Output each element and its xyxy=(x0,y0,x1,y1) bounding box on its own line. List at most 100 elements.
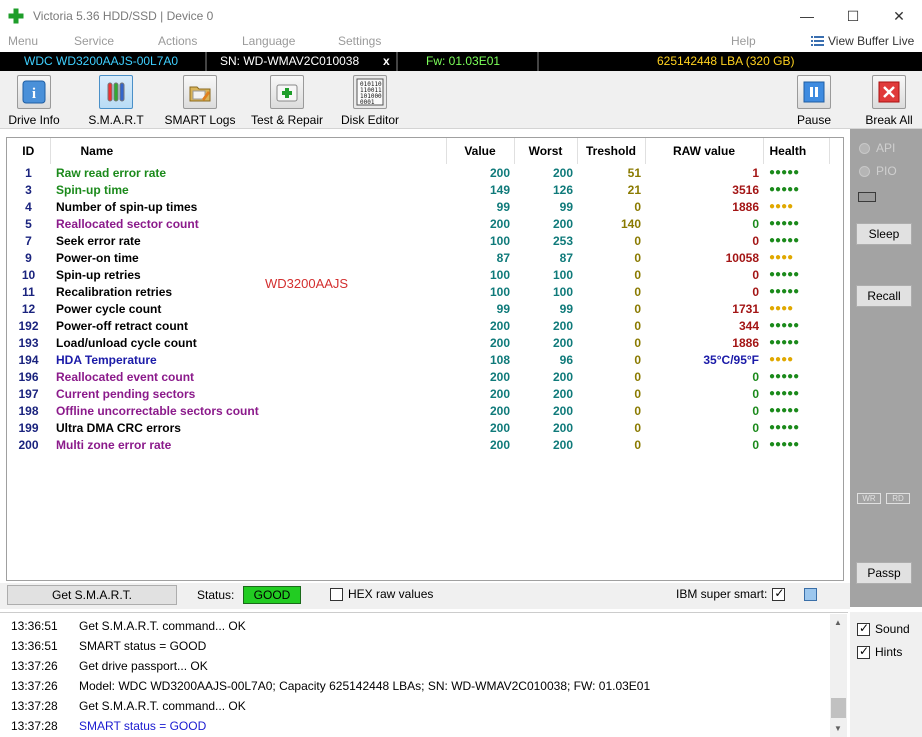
table-row[interactable]: 9 Power-on time 87 87 0 10058 ●●●● xyxy=(7,249,829,266)
table-row[interactable]: 194 HDA Temperature 108 96 0 35°C/95°F ●●●● xyxy=(7,351,829,368)
device-serial: SN: WD-WMAV2C010038 xyxy=(220,54,360,68)
attr-health: ●●●●● xyxy=(769,218,800,229)
attr-value: 200 xyxy=(489,318,510,333)
close-window-button[interactable]: ✕ xyxy=(876,0,922,32)
attr-id: 5 xyxy=(25,216,32,231)
col-header-name[interactable]: Name xyxy=(50,138,447,164)
col-header-value[interactable]: Value xyxy=(446,138,515,164)
attr-treshold: 0 xyxy=(634,335,641,350)
table-row[interactable]: 1 Raw read error rate 200 200 51 1 ●●●●● xyxy=(7,164,829,181)
table-row[interactable]: 11 Recalibration retries 100 100 0 0 ●●●●● xyxy=(7,283,829,300)
table-row[interactable]: 200 Multi zone error rate 200 200 0 0 ●●●●● xyxy=(7,436,829,453)
attr-treshold: 51 xyxy=(627,165,641,180)
table-row[interactable]: 196 Reallocated event count 200 200 0 0 ●●●●● xyxy=(7,368,829,385)
api-radio[interactable]: API xyxy=(859,141,895,155)
attr-id: 196 xyxy=(18,369,39,384)
color-indicator-square[interactable] xyxy=(804,588,817,601)
maximize-button[interactable]: ☐ xyxy=(830,0,876,32)
passp-button[interactable]: Passp xyxy=(856,562,912,584)
sound-check[interactable] xyxy=(857,621,870,636)
table-row[interactable]: 12 Power cycle count 99 99 0 1731 ●●●● xyxy=(7,300,829,317)
attr-name: Raw read error rate xyxy=(56,165,167,180)
menu-item-settings[interactable]: Settings xyxy=(338,34,381,48)
table-row[interactable]: 3 Spin-up time 149 126 21 3516 ●●●●● xyxy=(7,181,829,198)
scroll-down-icon[interactable]: ▼ xyxy=(834,724,842,733)
table-row[interactable]: 198 Offline uncorrectable sectors count 20… xyxy=(7,402,829,419)
pause-button[interactable]: Pause xyxy=(789,75,839,127)
view-buffer-live[interactable]: View Buffer Live xyxy=(811,34,914,48)
attr-raw-value: 0 xyxy=(752,233,759,248)
table-row[interactable]: 7 Seek error rate 100 253 0 0 ●●●●● xyxy=(7,232,829,249)
pio-radio[interactable]: PIO xyxy=(859,164,897,178)
menu-item-help[interactable]: Help xyxy=(731,34,756,48)
col-header-health[interactable]: Health xyxy=(763,138,830,164)
menu-item-actions[interactable]: Actions xyxy=(158,34,197,48)
hints-checkbox[interactable]: Hints xyxy=(857,644,902,659)
attr-name: Ultra DMA CRC errors xyxy=(56,420,181,435)
hints-check[interactable] xyxy=(857,644,870,659)
sound-checkbox[interactable]: Sound xyxy=(857,621,910,636)
attr-treshold: 0 xyxy=(634,420,641,435)
table-row[interactable]: 192 Power-off retract count 200 200 0 344 ●●●●… xyxy=(7,317,829,334)
table-row[interactable]: 193 Load/unload cycle count 200 200 0 1886 ●●●… xyxy=(7,334,829,351)
drive-info-button[interactable]: i Drive Info xyxy=(6,75,62,127)
attr-worst: 100 xyxy=(552,267,573,282)
view-buffer-label: View Buffer Live xyxy=(828,34,915,48)
col-header-raw[interactable]: RAW value xyxy=(645,138,764,164)
scroll-up-icon[interactable]: ▲ xyxy=(834,618,842,627)
attr-id: 7 xyxy=(25,233,32,248)
test-repair-button[interactable]: Test & Repair xyxy=(248,75,326,127)
get-smart-button[interactable]: Get S.M.A.R.T. xyxy=(7,585,177,605)
hex-raw-checkbox[interactable]: HEX raw values xyxy=(330,587,433,601)
close-device-button[interactable]: x xyxy=(383,52,390,71)
port-indicator xyxy=(858,192,876,202)
table-row[interactable]: 199 Ultra DMA CRC errors 200 200 0 0 ●●●●● xyxy=(7,419,829,436)
log-message: Model: WDC WD3200AAJS-00L7A0; Capacity 6… xyxy=(79,679,651,693)
log-scrollbar[interactable]: ▲ ▼ xyxy=(830,614,847,737)
event-log: 13:36:51 Get S.M.A.R.T. command... OK 13:3… xyxy=(0,612,848,737)
table-row[interactable]: 197 Current pending sectors 200 200 0 0 ●●●●● xyxy=(7,385,829,402)
hex-raw-check[interactable] xyxy=(330,587,343,601)
first-aid-icon xyxy=(270,75,304,109)
log-entry: 13:36:51 SMART status = GOOD xyxy=(11,639,206,653)
svg-text:i: i xyxy=(32,86,36,102)
smart-logs-button[interactable]: SMART Logs xyxy=(163,75,237,127)
device-capacity: 625142448 LBA (320 GB) xyxy=(657,54,795,68)
attr-raw-value: 0 xyxy=(752,216,759,231)
attr-name: Recalibration retries xyxy=(56,284,173,299)
menu-bar: Menu Service Actions Language Settings H… xyxy=(0,32,922,52)
device-model[interactable]: WDC WD3200AAJS-00L7A0 xyxy=(24,52,178,71)
attr-name: Reallocated event count xyxy=(56,369,195,384)
attr-raw-value: 0 xyxy=(752,403,759,418)
break-all-button[interactable]: Break All xyxy=(862,75,916,127)
attr-raw-value: 1 xyxy=(752,165,759,180)
attr-name: Seek error rate xyxy=(56,233,141,248)
col-header-treshold[interactable]: Treshold xyxy=(577,138,646,164)
sleep-button[interactable]: Sleep xyxy=(856,223,912,245)
ibm-super-smart-checkbox[interactable]: IBM super smart: xyxy=(676,586,786,601)
col-header-worst[interactable]: Worst xyxy=(514,138,578,164)
pio-radio-dot[interactable] xyxy=(859,165,870,177)
table-row[interactable]: 5 Reallocated sector count 200 200 140 0 ●●●●● xyxy=(7,215,829,232)
status-label: Status: xyxy=(197,588,235,602)
disk-editor-bits-line: 0001 xyxy=(360,99,375,106)
menu-item-menu[interactable]: Menu xyxy=(8,34,38,48)
attr-raw-value: 10058 xyxy=(725,250,759,265)
info-icon: i xyxy=(17,75,51,109)
menu-item-service[interactable]: Service xyxy=(74,34,114,48)
table-row[interactable]: 4 Number of spin-up times 99 99 0 1886 ●●●● xyxy=(7,198,829,215)
attr-treshold: 0 xyxy=(634,233,641,248)
disk-editor-button[interactable]: 010110 110011 101000 0001 Disk Editor xyxy=(339,75,401,127)
table-row[interactable]: 10 Spin-up retries 100 100 0 0 ●●●●● xyxy=(7,266,829,283)
scroll-thumb[interactable] xyxy=(831,698,846,718)
minimize-button[interactable]: — xyxy=(784,0,830,32)
attr-worst: 200 xyxy=(552,369,573,384)
log-time: 13:37:28 xyxy=(11,719,58,733)
recall-button[interactable]: Recall xyxy=(856,285,912,307)
ibm-super-smart-check[interactable] xyxy=(772,586,786,601)
smart-button[interactable]: S.M.A.R.T xyxy=(88,75,144,127)
attr-value: 149 xyxy=(489,182,510,197)
menu-item-language[interactable]: Language xyxy=(242,34,295,48)
api-radio-dot[interactable] xyxy=(859,142,870,154)
col-header-id[interactable]: ID xyxy=(7,138,51,164)
